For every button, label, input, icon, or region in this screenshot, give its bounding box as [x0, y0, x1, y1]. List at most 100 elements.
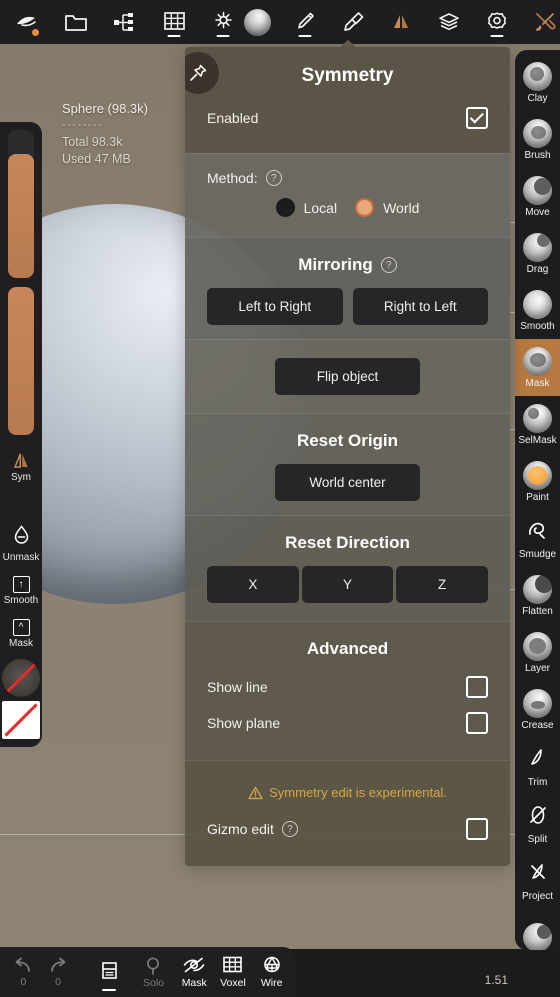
axis-y-button[interactable]: Y [301, 566, 394, 603]
tool-selmask[interactable]: SelMask [515, 396, 560, 453]
standard-brush-icon [523, 118, 552, 148]
layers-panel-button[interactable] [91, 949, 126, 995]
symmetry-icon [11, 451, 32, 470]
tool-brush[interactable]: Brush [515, 111, 560, 168]
layers-icon [439, 13, 459, 31]
eye-slash-icon [183, 957, 205, 972]
axis-z-button[interactable]: Z [396, 566, 489, 603]
mirroring-buttons: Left to Right Right to Left [207, 288, 488, 325]
sidebar-item-mask-label: Mask [9, 638, 33, 649]
panel-section-mirroring: Mirroring ? Left to Right Right to Left [185, 237, 510, 339]
sidebar-item-unmask[interactable]: Unmask [0, 517, 42, 569]
method-option-world[interactable]: World [355, 198, 419, 217]
files-button[interactable] [59, 5, 93, 39]
top-toolbar-left-group [0, 5, 240, 39]
settings-button[interactable] [480, 5, 514, 39]
tool-extra[interactable] [515, 909, 560, 950]
undo-button[interactable]: 0 [6, 949, 41, 995]
intensity-slider[interactable] [8, 287, 34, 435]
tool-crease[interactable]: Crease [515, 681, 560, 738]
experimental-warning: Symmetry edit is experimental. [207, 785, 488, 800]
tool-mask-label: Mask [525, 377, 550, 389]
radio-world[interactable] [355, 198, 375, 217]
voxel-button[interactable]: Voxel [216, 949, 251, 995]
method-option-local[interactable]: Local [275, 198, 337, 217]
tool-smooth[interactable]: Smooth [515, 282, 560, 339]
sphere-matcap-icon [243, 8, 271, 36]
brush-icon [298, 12, 314, 29]
paint-settings-button[interactable] [336, 5, 370, 39]
tool-layer-label: Layer [524, 662, 550, 674]
tool-drag[interactable]: Drag [515, 225, 560, 282]
redo-button[interactable]: 0 [41, 949, 76, 995]
square-caret-up-icon: ^ [12, 619, 30, 636]
sidebar-item-unmask-label: Unmask [2, 552, 40, 563]
tool-smudge[interactable]: Smudge [515, 510, 560, 567]
lighting-button[interactable] [206, 5, 240, 39]
selmask-brush-icon [523, 403, 552, 433]
tool-trim[interactable]: Trim [515, 738, 560, 795]
show-line-checkbox[interactable] [466, 676, 488, 698]
axis-x-button[interactable]: X [207, 566, 299, 603]
sidebar-item-sym[interactable]: Sym [0, 444, 42, 489]
mirroring-help-icon[interactable]: ? [380, 257, 397, 273]
radio-local[interactable] [275, 198, 295, 217]
gizmo-edit-checkbox[interactable] [466, 818, 488, 840]
panel-section-advanced: Advanced Show line Show plane [185, 621, 510, 760]
world-center-button[interactable]: World center [275, 464, 420, 501]
tool-layer[interactable]: Layer [515, 624, 560, 681]
intensity-slider-fill [8, 287, 34, 435]
color-swatch[interactable] [2, 701, 40, 739]
show-plane-checkbox[interactable] [466, 712, 488, 734]
panel-section-reset-origin: Reset Origin World center [185, 413, 510, 515]
wire-button[interactable]: Wire [254, 949, 289, 995]
grid-button[interactable] [157, 5, 191, 39]
extra-brush-icon [523, 923, 552, 950]
clay-brush-icon [523, 61, 552, 91]
mask-toggle-button[interactable]: Mask [177, 949, 212, 995]
show-plane-row[interactable]: Show plane [207, 708, 488, 738]
flip-object-row: Flip object [207, 358, 488, 395]
smudge-icon [525, 517, 551, 547]
gizmo-edit-help-icon[interactable]: ? [281, 821, 298, 837]
matcap-button[interactable] [240, 5, 274, 39]
tool-project[interactable]: Project [515, 852, 560, 909]
flip-object-button[interactable]: Flip object [275, 358, 420, 395]
layers-panel-icon [101, 962, 117, 979]
layers-button[interactable] [432, 5, 466, 39]
tool-selmask-label: SelMask [518, 434, 557, 446]
tool-flatten[interactable]: Flatten [515, 567, 560, 624]
method-help-icon[interactable]: ? [265, 170, 282, 186]
tool-paint[interactable]: Paint [515, 453, 560, 510]
drag-brush-icon [523, 232, 552, 262]
tool-clay[interactable]: Clay [515, 54, 560, 111]
solo-button[interactable]: Solo [136, 949, 171, 995]
right-to-left-button[interactable]: Right to Left [352, 288, 488, 325]
tool-split-label: Split [527, 833, 548, 845]
tool-split[interactable]: Split [515, 795, 560, 852]
sidebar-item-mask[interactable]: ^ Mask [0, 612, 42, 655]
brush-settings-button[interactable] [288, 5, 322, 39]
status-dot [32, 29, 39, 36]
magnifier-icon [146, 956, 160, 975]
enabled-checkbox[interactable] [466, 107, 488, 129]
scene-graph-button[interactable] [108, 5, 142, 39]
gizmo-edit-row[interactable]: Gizmo edit ? [207, 814, 488, 844]
sidebar-item-smooth[interactable]: ↑ Smooth [0, 569, 42, 612]
tools-button[interactable] [528, 5, 560, 39]
matcap-swatch[interactable] [2, 659, 40, 697]
sculpt-menu-button[interactable] [10, 5, 44, 39]
pin-icon [190, 64, 207, 81]
tool-brush-label: Brush [524, 149, 551, 161]
show-line-row[interactable]: Show line [207, 672, 488, 702]
symmetry-button[interactable] [384, 5, 418, 39]
radius-slider[interactable] [8, 130, 34, 278]
enabled-row[interactable]: Enabled [207, 103, 488, 133]
active-underbar [298, 35, 312, 37]
left-to-right-button[interactable]: Left to Right [207, 288, 343, 325]
flatten-brush-icon [523, 574, 552, 604]
tool-crease-label: Crease [521, 719, 554, 731]
tool-move[interactable]: Move [515, 168, 560, 225]
tool-mask[interactable]: Mask [515, 339, 560, 396]
paint-roller-icon [343, 12, 363, 31]
